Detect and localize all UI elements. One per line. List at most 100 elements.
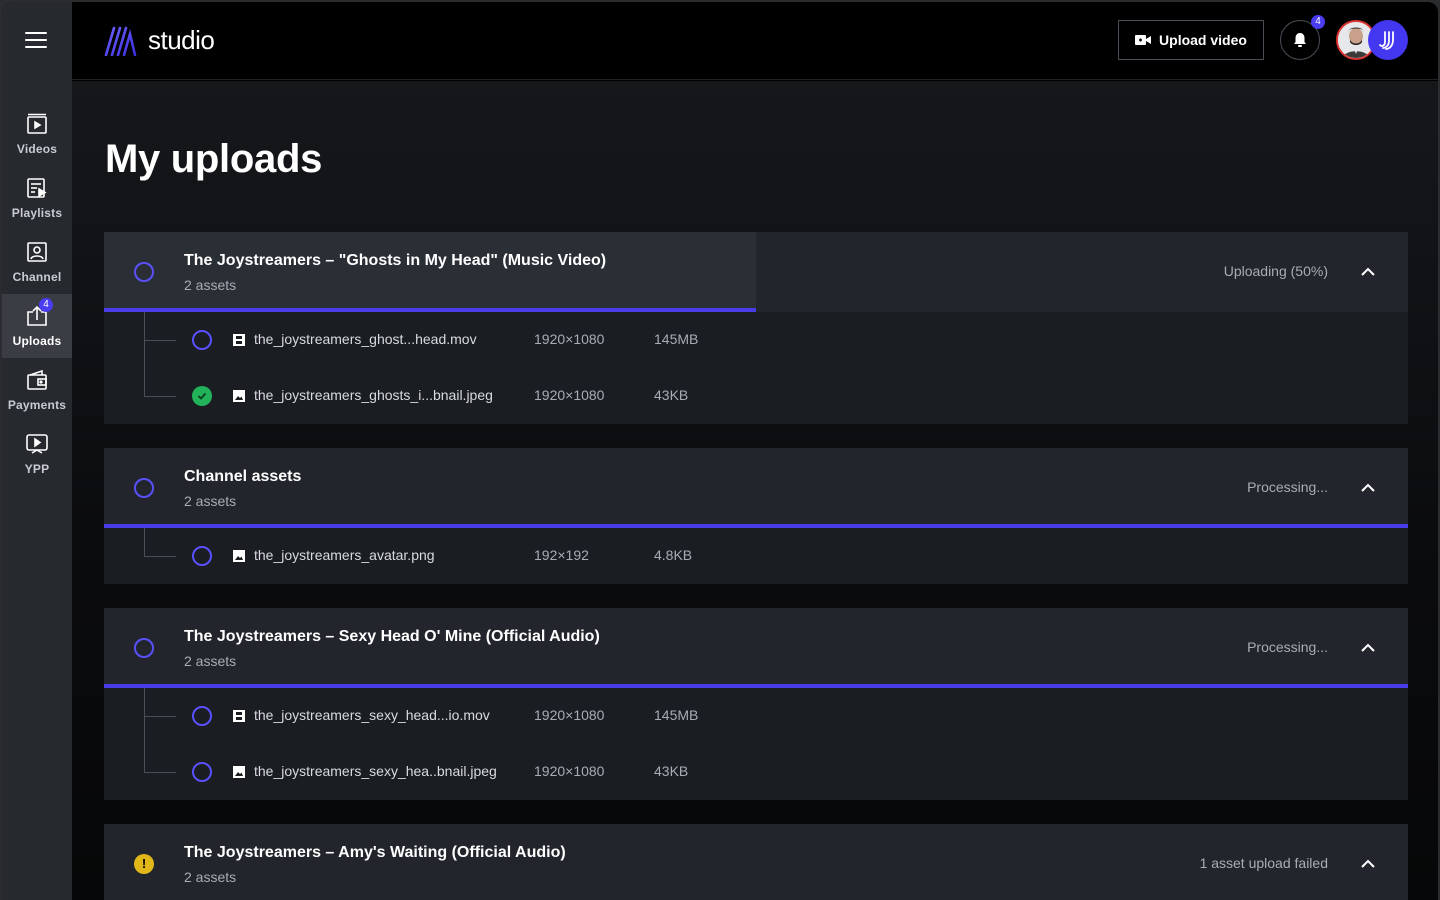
upload-asset-count: 2 assets (184, 277, 237, 293)
upload-card: Channel assets 2 assets Processing... th… (104, 448, 1408, 584)
video-file-icon (233, 710, 245, 722)
asset-resolution: 1920×1080 (534, 387, 605, 403)
asset-resolution: 192×192 (534, 547, 589, 563)
asset-size: 4.8KB (654, 547, 693, 563)
bell-icon (1294, 33, 1306, 47)
playlists-icon (25, 176, 49, 200)
image-file-icon (233, 766, 245, 778)
sidebar-item-label: Channel (12, 270, 62, 284)
chevron-up-icon[interactable] (1358, 638, 1378, 658)
asset-row: the_joystreamers_ghosts_i...bnail.jpeg 1… (104, 368, 1408, 424)
upload-card: ! The Joystreamers – Amy's Waiting (Offi… (104, 824, 1408, 900)
studio-logo[interactable]: studio (104, 24, 215, 56)
upload-progress-highlight (104, 232, 756, 308)
asset-size: 145MB (654, 331, 699, 347)
menu-icon[interactable] (25, 32, 47, 50)
loading-spinner-icon (192, 546, 212, 566)
loading-spinner-icon (192, 762, 212, 782)
tree-branch (144, 772, 176, 773)
upload-card-header[interactable]: ! The Joystreamers – Amy's Waiting (Offi… (104, 824, 1408, 900)
upload-title: The Joystreamers – Amy's Waiting (Offici… (184, 844, 566, 861)
asset-resolution: 1920×1080 (534, 763, 605, 779)
logo-text: studio (148, 24, 215, 55)
page-title: My uploads (105, 137, 323, 181)
chevron-up-icon[interactable] (1358, 262, 1378, 282)
app-window: Videos Playlists Channel 4 Uploads Payme… (2, 2, 1438, 900)
loading-spinner-icon (192, 706, 212, 726)
upload-asset-count: 2 assets (184, 493, 237, 509)
sidebar-item-videos[interactable]: Videos (2, 102, 72, 166)
sidebar-item-label: Payments (7, 398, 67, 412)
upload-title: The Joystreamers – Sexy Head O' Mine (Of… (184, 628, 600, 645)
top-header: studio Upload video 4 (72, 2, 1438, 80)
asset-row: the_joystreamers_avatar.png 192×192 4.8K… (104, 528, 1408, 584)
asset-row: the_joystreamers_sexy_hea..bnail.jpeg 19… (104, 744, 1408, 800)
asset-list: the_joystreamers_sexy_head...io.mov 1920… (104, 688, 1408, 800)
upload-card: The Joystreamers – "Ghosts in My Head" (… (104, 232, 1408, 424)
sidebar-item-playlists[interactable]: Playlists (2, 166, 72, 230)
asset-filename: the_joystreamers_ghost...head.mov (254, 331, 477, 347)
upload-status: Processing... (1247, 479, 1328, 495)
asset-row: the_joystreamers_ghost...head.mov 1920×1… (104, 312, 1408, 368)
loading-spinner-icon (134, 262, 154, 282)
asset-filename: the_joystreamers_ghosts_i...bnail.jpeg (254, 387, 493, 403)
asset-filename: the_joystreamers_avatar.png (254, 547, 435, 563)
loading-spinner-icon (134, 638, 154, 658)
ypp-icon (25, 432, 49, 456)
asset-filename: the_joystreamers_sexy_hea..bnail.jpeg (254, 763, 497, 779)
uploads-icon: 4 (25, 298, 53, 328)
asset-resolution: 1920×1080 (534, 331, 605, 347)
sidebar-item-label: Playlists (11, 206, 63, 220)
channel-avatar[interactable] (1368, 20, 1408, 60)
upload-status: Uploading (50%) (1223, 263, 1328, 279)
notification-count-badge: 4 (1311, 15, 1325, 29)
sidebar-item-label: YPP (24, 462, 50, 476)
upload-status: 1 asset upload failed (1199, 855, 1328, 871)
upload-card-header[interactable]: The Joystreamers – "Ghosts in My Head" (… (104, 232, 1408, 312)
loading-spinner-icon (134, 478, 154, 498)
logo-icon (104, 26, 137, 56)
check-circle-icon (192, 386, 212, 406)
asset-list: the_joystreamers_avatar.png 192×192 4.8K… (104, 528, 1408, 584)
sidebar-item-label: Uploads (12, 334, 62, 348)
upload-video-button[interactable]: Upload video (1118, 20, 1264, 60)
chevron-up-icon[interactable] (1358, 478, 1378, 498)
upload-video-label: Upload video (1159, 32, 1247, 48)
asset-size: 145MB (654, 707, 699, 723)
main-content: My uploads The Joystreamers – "Ghosts in… (72, 81, 1438, 900)
joystream-channel-icon (1379, 31, 1394, 50)
asset-size: 43KB (654, 387, 689, 403)
upload-title: Channel assets (184, 468, 302, 485)
asset-resolution: 1920×1080 (534, 707, 605, 723)
image-file-icon (233, 550, 245, 562)
sidebar-item-label: Videos (16, 142, 58, 156)
upload-card-header[interactable]: Channel assets 2 assets Processing... (104, 448, 1408, 528)
asset-size: 43KB (654, 763, 689, 779)
asset-list: the_joystreamers_ghost...head.mov 1920×1… (104, 312, 1408, 424)
upload-title: The Joystreamers – "Ghosts in My Head" (… (184, 252, 607, 269)
video-file-icon (233, 334, 245, 346)
sidebar-item-channel[interactable]: Channel (2, 230, 72, 294)
sidebar: Videos Playlists Channel 4 Uploads Payme… (2, 2, 72, 900)
upload-asset-count: 2 assets (184, 653, 237, 669)
upload-asset-count: 2 assets (184, 869, 237, 885)
upload-card: The Joystreamers – Sexy Head O' Mine (Of… (104, 608, 1408, 800)
tree-branch (144, 556, 176, 557)
warning-icon: ! (134, 854, 154, 874)
notifications-button[interactable]: 4 (1280, 15, 1325, 60)
tree-branch (144, 716, 176, 717)
chevron-up-icon[interactable] (1358, 854, 1378, 874)
upload-card-header[interactable]: The Joystreamers – Sexy Head O' Mine (Of… (104, 608, 1408, 688)
sidebar-item-ypp[interactable]: YPP (2, 422, 72, 486)
sidebar-item-uploads[interactable]: 4 Uploads (2, 294, 72, 358)
upload-status: Processing... (1247, 639, 1328, 655)
asset-filename: the_joystreamers_sexy_head...io.mov (254, 707, 490, 723)
sidebar-item-payments[interactable]: Payments (2, 358, 72, 422)
payments-icon (25, 368, 49, 392)
asset-row: the_joystreamers_sexy_head...io.mov 1920… (104, 688, 1408, 744)
tree-branch (144, 340, 176, 341)
channel-icon (25, 240, 49, 264)
uploads-badge: 4 (39, 298, 53, 312)
videos-icon (25, 112, 49, 136)
loading-spinner-icon (192, 330, 212, 350)
